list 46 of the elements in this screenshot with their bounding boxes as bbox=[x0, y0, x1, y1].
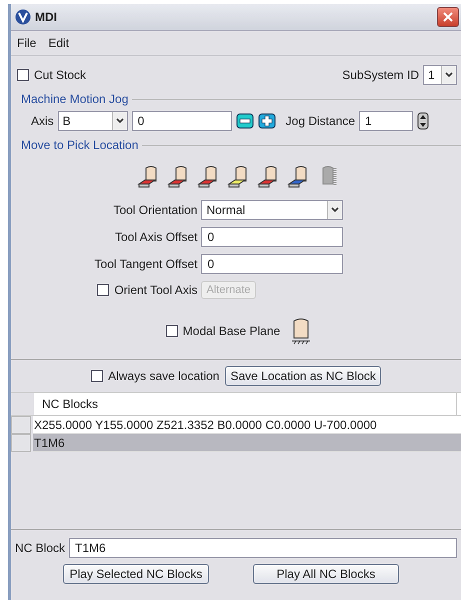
play-button[interactable]: Play All NC Blocks bbox=[253, 564, 399, 584]
checkbox-label: Orient Tool Axis bbox=[114, 283, 198, 297]
checkbox[interactable] bbox=[91, 370, 104, 382]
subsystem-dropdown[interactable]: 1 bbox=[423, 65, 457, 85]
section-title: Machine Motion Jog bbox=[21, 92, 128, 106]
field-label: NC Block bbox=[15, 541, 66, 555]
checkbox-label: Cut Stock bbox=[34, 68, 86, 82]
close-button[interactable] bbox=[437, 7, 459, 27]
tool-tangent-offset-field[interactable]: 0 bbox=[201, 254, 344, 274]
checkbox[interactable] bbox=[97, 284, 110, 296]
checkbox-label: Modal Base Plane bbox=[182, 324, 280, 338]
caret-icon bbox=[116, 118, 124, 124]
tool-base-icon bbox=[290, 317, 312, 345]
checkbox-label: Always save location bbox=[108, 369, 220, 383]
jog-distance-field[interactable]: 1 bbox=[359, 111, 414, 131]
checkbox[interactable] bbox=[166, 325, 178, 337]
close-icon bbox=[443, 12, 453, 22]
spinner-icon[interactable] bbox=[417, 112, 430, 130]
column-header: NC Blocks bbox=[34, 393, 457, 415]
field-label: Axis bbox=[31, 114, 54, 128]
position-field[interactable]: 0 bbox=[132, 111, 232, 131]
axis-dropdown[interactable]: B bbox=[58, 111, 128, 131]
window-title: MDI bbox=[35, 10, 58, 24]
minus-button[interactable] bbox=[236, 113, 254, 129]
checkbox[interactable] bbox=[17, 69, 29, 81]
plus-icon bbox=[258, 113, 276, 129]
play-button[interactable]: Play Selected NC Blocks bbox=[63, 564, 209, 584]
field-label: Jog Distance bbox=[286, 114, 356, 128]
menu-item[interactable]: Edit bbox=[48, 36, 70, 50]
nc-block-field[interactable]: T1M6 bbox=[69, 538, 457, 558]
plus-button[interactable] bbox=[258, 113, 276, 129]
caret-icon bbox=[445, 72, 453, 78]
menu-item[interactable]: File bbox=[17, 36, 36, 50]
field-label: Tool Orientation bbox=[113, 203, 198, 217]
table-cell[interactable]: X255.0000 Y155.0000 Z521.3352 B0.0000 C0.0000 U-700.0000 bbox=[33, 416, 461, 434]
table-cell[interactable]: T1M6 bbox=[33, 434, 461, 452]
tool-axis-offset-field[interactable]: 0 bbox=[201, 227, 344, 247]
section-title: Move to Pick Location bbox=[21, 138, 138, 152]
app-logo-icon bbox=[15, 9, 31, 25]
minus-icon bbox=[236, 113, 254, 129]
field-label: Tool Tangent Offset bbox=[94, 257, 198, 271]
field-label: SubSystem ID bbox=[342, 68, 419, 82]
tool-orientation-dropdown[interactable]: Normal bbox=[201, 200, 344, 220]
field-label: Tool Axis Offset bbox=[115, 230, 198, 244]
caret-icon bbox=[331, 207, 340, 213]
save-location-button[interactable]: Save Location as NC Block bbox=[225, 366, 381, 386]
